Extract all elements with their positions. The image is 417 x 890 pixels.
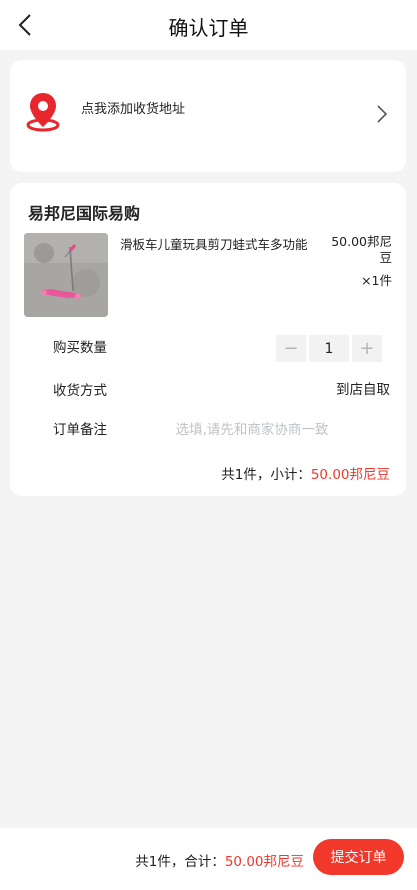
subtotal-count: 共1件，小计： xyxy=(221,467,311,483)
chevron-right-icon xyxy=(377,105,388,123)
quantity-value[interactable]: 1 xyxy=(309,335,349,362)
delivery-method-value[interactable]: 到店自取 xyxy=(336,378,390,398)
subtotal: 共1件，小计：50.00邦尼豆 xyxy=(221,463,390,483)
total-amount: 50.00邦尼豆 xyxy=(224,854,304,870)
top-bar: 确认订单 xyxy=(0,0,417,50)
location-pin-icon xyxy=(26,93,60,132)
increase-button[interactable]: + xyxy=(352,335,382,362)
total-count: 共1件，合计： xyxy=(135,854,225,870)
shop-name: 易邦尼国际易购 xyxy=(28,204,141,223)
subtotal-amount: 50.00邦尼豆 xyxy=(310,467,390,483)
product-price: 50.00邦尼豆 xyxy=(331,234,392,265)
bottom-bar: 共1件，合计：50.00邦尼豆 提交订单 xyxy=(0,828,417,890)
order-total: 共1件，合计：50.00邦尼豆 xyxy=(135,850,304,870)
order-remark-input[interactable] xyxy=(160,416,344,444)
page-title: 确认订单 xyxy=(168,16,249,40)
decrease-button[interactable]: − xyxy=(276,335,306,362)
delivery-method-label: 收货方式 xyxy=(53,383,107,399)
product-thumbnail[interactable] xyxy=(24,233,108,317)
quantity-stepper: − 1 + xyxy=(276,335,382,362)
add-address-prompt: 点我添加收货地址 xyxy=(81,102,186,117)
quantity-label: 购买数量 xyxy=(53,340,107,356)
order-remark-label: 订单备注 xyxy=(53,422,107,438)
add-address-card[interactable]: 点我添加收货地址 xyxy=(10,60,406,172)
order-card: 易邦尼国际易购 滑板车儿童玩具剪刀蛙式车多功能 50.00邦尼豆 ×1件 购买数… xyxy=(10,183,406,496)
product-quantity: ×1件 xyxy=(361,273,392,288)
product-title[interactable]: 滑板车儿童玩具剪刀蛙式车多功能 xyxy=(120,234,320,253)
submit-order-button[interactable]: 提交订单 xyxy=(313,839,404,875)
